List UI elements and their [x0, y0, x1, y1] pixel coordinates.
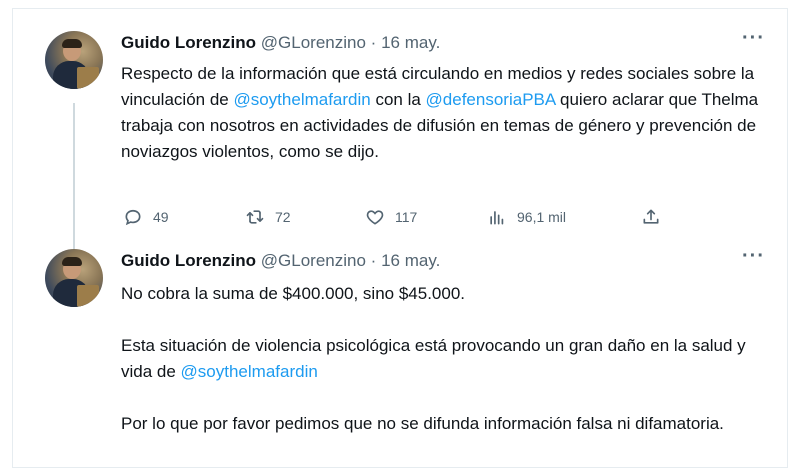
- tweet-text: Respecto de la información que está circ…: [121, 61, 761, 165]
- avatar[interactable]: [45, 31, 103, 89]
- tweet-text-segment: con la: [370, 90, 426, 109]
- tweet-text: No cobra la suma de $400.000, sino $45.0…: [121, 281, 761, 437]
- author-handle[interactable]: @GLorenzino: [261, 33, 366, 52]
- mention-link[interactable]: @soythelmafardin: [181, 362, 318, 381]
- reply-icon: [125, 209, 141, 226]
- tweet-actions: 49 72 117 96,1 mil: [121, 207, 721, 231]
- like-count: 117: [395, 209, 418, 225]
- thread-connector-line: [73, 103, 75, 253]
- reply-button[interactable]: 49: [123, 207, 169, 227]
- avatar-image: [45, 249, 103, 307]
- retweet-icon: [246, 210, 264, 224]
- more-options-icon[interactable]: ···: [742, 245, 765, 268]
- share-button[interactable]: [641, 207, 661, 227]
- separator-dot: ·: [370, 33, 377, 52]
- tweet-date[interactable]: 16 may.: [381, 251, 440, 270]
- mention-link[interactable]: @defensoriaPBA: [426, 90, 556, 109]
- reply-count: 49: [153, 209, 169, 225]
- avatar[interactable]: [45, 249, 103, 307]
- more-options-icon[interactable]: ···: [742, 27, 765, 50]
- tweet-header: Guido Lorenzino @GLorenzino · 16 may.: [121, 33, 440, 53]
- retweet-button[interactable]: 72: [245, 207, 291, 227]
- separator-dot: ·: [370, 251, 377, 270]
- retweet-count: 72: [275, 209, 291, 225]
- avatar-image: [45, 31, 103, 89]
- author-name[interactable]: Guido Lorenzino: [121, 33, 256, 52]
- like-icon: [366, 210, 384, 225]
- tweet-paragraph: Esta situación de violencia psicológica …: [121, 333, 761, 385]
- author-handle[interactable]: @GLorenzino: [261, 251, 366, 270]
- like-button[interactable]: 117: [365, 207, 417, 227]
- tweet-thread: Guido Lorenzino @GLorenzino · 16 may. ··…: [12, 8, 788, 468]
- tweet-header: Guido Lorenzino @GLorenzino · 16 may.: [121, 251, 440, 271]
- views-icon: [490, 211, 504, 225]
- views-count: 96,1 mil: [517, 209, 567, 225]
- tweet-paragraph: No cobra la suma de $400.000, sino $45.0…: [121, 284, 466, 303]
- share-icon: [643, 209, 659, 224]
- tweet-paragraph: Por lo que por favor pedimos que no se d…: [121, 414, 724, 433]
- views-button[interactable]: 96,1 mil: [487, 207, 566, 227]
- author-name[interactable]: Guido Lorenzino: [121, 251, 256, 270]
- mention-link[interactable]: @soythelmafardin: [233, 90, 370, 109]
- tweet-date[interactable]: 16 may.: [381, 33, 440, 52]
